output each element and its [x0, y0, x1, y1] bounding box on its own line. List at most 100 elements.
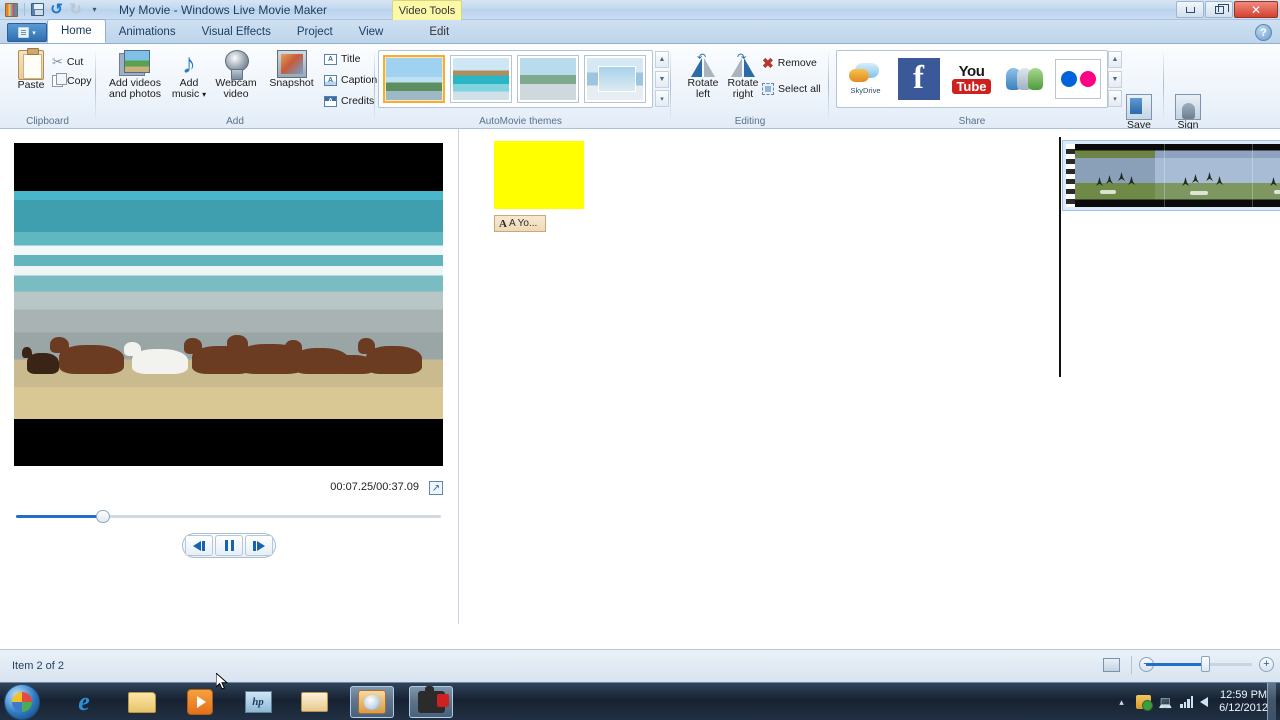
previous-frame-button[interactable] [185, 535, 213, 556]
help-icon[interactable]: ? [1255, 24, 1272, 41]
copy-button[interactable]: Copy [52, 73, 92, 87]
film-strip-selected-segment [1075, 144, 1155, 207]
title-clip-label[interactable]: A A Yo... [494, 215, 546, 232]
select-all-button[interactable]: Select all [762, 83, 821, 95]
seek-progress [16, 515, 103, 518]
clock[interactable]: 12:59 PM 6/12/2012 [1215, 689, 1272, 715]
taskbar-movie-maker[interactable] [350, 686, 394, 718]
tab-edit[interactable]: Edit [416, 20, 462, 43]
paste-button[interactable]: Paste [10, 48, 52, 91]
taskbar-screen-recorder[interactable] [409, 686, 453, 718]
share-groups-button[interactable] [1002, 55, 1047, 103]
caption-icon: A [324, 74, 337, 86]
video-content-horses [22, 323, 430, 387]
taskbar-hp-app[interactable] [236, 686, 280, 718]
storyboard-view-icon[interactable] [1103, 658, 1120, 672]
zoom-slider-thumb[interactable] [1201, 656, 1210, 672]
tab-view[interactable]: View [346, 20, 397, 43]
restore-button[interactable] [1205, 1, 1233, 18]
expand-preview-icon[interactable]: ↗ [429, 481, 443, 495]
share-scroll-down-icon[interactable]: ▼ [1108, 70, 1122, 88]
add-music-dropdown-icon[interactable]: ▾ [202, 90, 206, 99]
start-button[interactable] [4, 684, 40, 720]
share-flickr-button[interactable] [1055, 55, 1101, 103]
storyboard-timeline[interactable]: A A Yo... [460, 129, 1280, 624]
seek-bar[interactable] [16, 509, 441, 525]
zoom-in-button[interactable]: + [1259, 657, 1274, 672]
title-button[interactable]: A Title [324, 53, 360, 65]
webcam-video-button[interactable]: Webcam video [209, 50, 263, 100]
preview-pane: 00:07.25/00:37.09 ↗ [0, 129, 459, 690]
app-menu-icon[interactable] [3, 2, 20, 18]
skydrive-icon [848, 63, 883, 85]
tab-project[interactable]: Project [284, 20, 346, 43]
title-clip[interactable] [494, 141, 584, 209]
theme-item-contemporary[interactable] [517, 55, 579, 103]
rotate-left-label-2: left [695, 88, 710, 100]
credits-label: Credits [341, 95, 375, 107]
rotate-left-button[interactable]: ↶ Rotate left [682, 52, 724, 100]
tab-home[interactable]: Home [47, 19, 106, 43]
themes-more-icon[interactable]: ▾ [655, 90, 669, 107]
caption-button[interactable]: A Caption [324, 74, 377, 86]
transport-controls [182, 533, 276, 558]
snapshot-icon [276, 50, 307, 78]
remove-icon: ✖ [762, 55, 774, 71]
themes-scroll-down-icon[interactable]: ▼ [655, 70, 669, 88]
paste-icon [18, 48, 44, 80]
network-status-icon[interactable]: 💻 [1158, 695, 1173, 710]
playhead-indicator[interactable] [1059, 137, 1061, 377]
theme-item-default[interactable] [450, 55, 512, 103]
show-hidden-icons-icon[interactable]: ▴ [1114, 695, 1129, 710]
group-label-clipboard: Clipboard [26, 116, 69, 127]
file-menu-button[interactable]: ▾ [7, 23, 47, 42]
automovie-themes-gallery [378, 50, 653, 108]
share-facebook-button[interactable]: f [896, 55, 941, 103]
youtube-you-text: You [958, 62, 985, 80]
seek-thumb[interactable] [96, 510, 110, 523]
preview-monitor[interactable] [14, 143, 443, 466]
close-button[interactable]: ✕ [1234, 1, 1278, 18]
undo-icon[interactable]: ↺ [48, 2, 65, 18]
signal-icon[interactable] [1180, 696, 1194, 708]
add-videos-photos-button[interactable]: Add videos and photos [104, 50, 166, 100]
tab-visual-effects[interactable]: Visual Effects [189, 20, 284, 43]
pause-button[interactable] [215, 535, 243, 556]
clock-date: 6/12/2012 [1219, 702, 1268, 714]
remove-button[interactable]: ✖ Remove [762, 55, 817, 71]
taskbar-paint[interactable] [292, 686, 336, 718]
customize-qat-icon[interactable]: ▾ [86, 2, 103, 18]
theme-item-cinematic[interactable] [584, 55, 646, 103]
volume-icon[interactable] [1200, 697, 1209, 707]
theme-item-no-theme[interactable] [383, 55, 445, 103]
save-icon[interactable] [29, 2, 46, 18]
preview-time-row: 00:07.25/00:37.09 ↗ [0, 481, 459, 499]
next-frame-button[interactable] [245, 535, 273, 556]
pause-icon [224, 540, 234, 551]
cut-label: Cut [66, 56, 84, 68]
cut-button[interactable]: ✂ Cut [52, 54, 83, 70]
minimize-button[interactable] [1176, 1, 1204, 18]
movie-maker-icon [358, 690, 386, 714]
camcorder-icon [417, 686, 449, 713]
ribbon-group-clipboard: Paste ✂ Cut Copy Clipboard [0, 44, 95, 129]
video-clip[interactable] [1062, 140, 1280, 211]
taskbar-windows-explorer[interactable] [120, 686, 164, 718]
add-music-button[interactable]: ♪ Add music ▾ [168, 50, 210, 100]
security-icon[interactable] [1136, 695, 1154, 711]
save-movie-icon [1126, 94, 1152, 120]
redo-icon[interactable]: ↻ [67, 2, 84, 18]
snapshot-button[interactable]: Snapshot [263, 50, 320, 89]
show-desktop-button[interactable] [1267, 683, 1276, 720]
paste-label: Paste [17, 79, 45, 91]
share-youtube-button[interactable]: You Tube [949, 55, 994, 103]
rotate-right-button[interactable]: ↷ Rotate right [722, 52, 764, 100]
group-label-add: Add [226, 116, 244, 127]
share-scroll-up-icon[interactable]: ▲ [1108, 51, 1122, 68]
themes-scroll-up-icon[interactable]: ▲ [655, 51, 669, 68]
share-skydrive-button[interactable]: SkyDrive [843, 55, 888, 103]
taskbar-internet-explorer[interactable]: e [62, 686, 106, 718]
tab-animations[interactable]: Animations [106, 20, 189, 43]
group-divider [828, 49, 829, 121]
title-text-icon: A [499, 217, 507, 230]
